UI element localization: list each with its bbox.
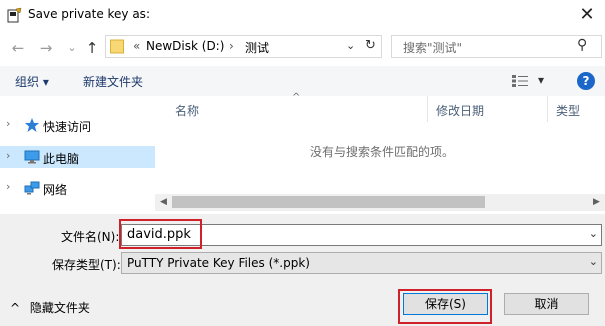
filename-label: 文件名(N): bbox=[61, 230, 120, 244]
putty-key-icon bbox=[7, 7, 22, 23]
address-dropdown-icon[interactable]: ⌄ bbox=[346, 39, 355, 52]
hide-folders-label[interactable]: 隐藏文件夹 bbox=[30, 301, 90, 315]
forward-arrow-icon[interactable]: → bbox=[36, 38, 56, 58]
sidebar-item-label: 网络 bbox=[43, 183, 68, 197]
dialog-title: Save private key as: bbox=[28, 7, 150, 21]
filename-highlight-box bbox=[119, 219, 202, 249]
up-arrow-icon[interactable]: ↑ bbox=[82, 38, 102, 58]
sidebar-item-quick-access[interactable]: › 快速访问 bbox=[0, 114, 155, 136]
sort-indicator-icon: ^ bbox=[292, 92, 301, 103]
star-icon bbox=[25, 118, 39, 132]
help-icon[interactable]: ? bbox=[577, 72, 595, 90]
column-divider[interactable] bbox=[427, 96, 428, 122]
save-button[interactable]: 保存(S) bbox=[403, 293, 488, 315]
recent-locations-icon[interactable]: ⌄ bbox=[62, 38, 82, 58]
command-bar: 组织 ▾ 新建文件夹 ▾ ? bbox=[0, 66, 605, 96]
refresh-icon[interactable]: ↻ bbox=[365, 38, 376, 53]
filetype-value[interactable]: PuTTY Private Key Files (*.ppk) bbox=[127, 256, 310, 270]
hide-folders-toggle[interactable]: ^ 隐藏文件夹 bbox=[10, 299, 90, 316]
search-placeholder[interactable]: 搜索"测试" bbox=[403, 39, 462, 56]
search-box[interactable]: 搜索"测试" ⚲ bbox=[391, 35, 602, 58]
filename-dropdown-icon[interactable]: ⌄ bbox=[589, 227, 598, 240]
breadcrumb-separator: › bbox=[229, 39, 234, 53]
sidebar-item-this-pc[interactable]: › 此电脑 bbox=[0, 146, 155, 168]
title-bar: Save private key as: ✕ bbox=[0, 0, 605, 30]
column-header-modified[interactable]: 修改日期 bbox=[436, 102, 484, 119]
column-header-type[interactable]: 类型 bbox=[556, 102, 580, 119]
organize-menu[interactable]: 组织 ▾ bbox=[15, 73, 49, 90]
expand-chevron-icon[interactable]: › bbox=[6, 180, 10, 193]
network-icon bbox=[24, 181, 40, 195]
computer-icon bbox=[24, 150, 40, 164]
filetype-dropdown-icon[interactable]: ⌄ bbox=[589, 255, 598, 268]
address-bar[interactable]: « NewDisk (D:) › 测试 ⌄ ↻ bbox=[105, 35, 382, 58]
sidebar-item-network[interactable]: › 网络 bbox=[0, 177, 155, 199]
file-list[interactable]: ^ 名称 修改日期 类型 没有与搜索条件匹配的项。 ◀ ▶ bbox=[155, 92, 605, 214]
back-arrow-icon[interactable]: ← bbox=[8, 38, 28, 58]
new-folder-button[interactable]: 新建文件夹 bbox=[83, 73, 143, 90]
scroll-right-icon[interactable]: ▶ bbox=[588, 194, 605, 211]
horizontal-scrollbar[interactable]: ◀ ▶ bbox=[155, 194, 605, 211]
filetype-label: 保存类型(T): bbox=[52, 258, 121, 272]
close-icon[interactable]: ✕ bbox=[572, 2, 602, 28]
column-header-name[interactable]: 名称 bbox=[175, 102, 199, 119]
view-options-icon[interactable] bbox=[512, 75, 528, 87]
sidebar-item-label: 此电脑 bbox=[43, 152, 80, 166]
search-icon[interactable]: ⚲ bbox=[577, 37, 587, 53]
expand-chevron-icon[interactable]: › bbox=[6, 117, 10, 130]
breadcrumb-newdisk[interactable]: NewDisk (D:) bbox=[146, 39, 224, 53]
filetype-select[interactable]: PuTTY Private Key Files (*.ppk) ⌄ bbox=[121, 252, 602, 274]
empty-results-message: 没有与搜索条件匹配的项。 bbox=[310, 145, 455, 159]
breadcrumb-current[interactable]: 测试 bbox=[245, 39, 269, 56]
save-form-area: 文件名(N): david.ppk ⌄ 保存类型(T): PuTTY Priva… bbox=[0, 214, 605, 326]
chevron-up-icon[interactable]: ^ bbox=[10, 301, 20, 315]
scroll-left-icon[interactable]: ◀ bbox=[155, 194, 172, 211]
column-divider[interactable] bbox=[547, 96, 548, 122]
breadcrumb-overflow[interactable]: « bbox=[133, 39, 140, 53]
expand-chevron-icon[interactable]: › bbox=[6, 149, 10, 162]
view-dropdown-icon[interactable]: ▾ bbox=[538, 73, 544, 87]
scrollbar-thumb[interactable] bbox=[172, 196, 485, 208]
navigation-pane: › 快速访问 › 此电脑 › 网络 bbox=[0, 96, 155, 214]
folder-icon bbox=[110, 39, 124, 54]
cancel-button[interactable]: 取消 bbox=[504, 293, 589, 315]
sidebar-item-label: 快速访问 bbox=[43, 120, 92, 134]
